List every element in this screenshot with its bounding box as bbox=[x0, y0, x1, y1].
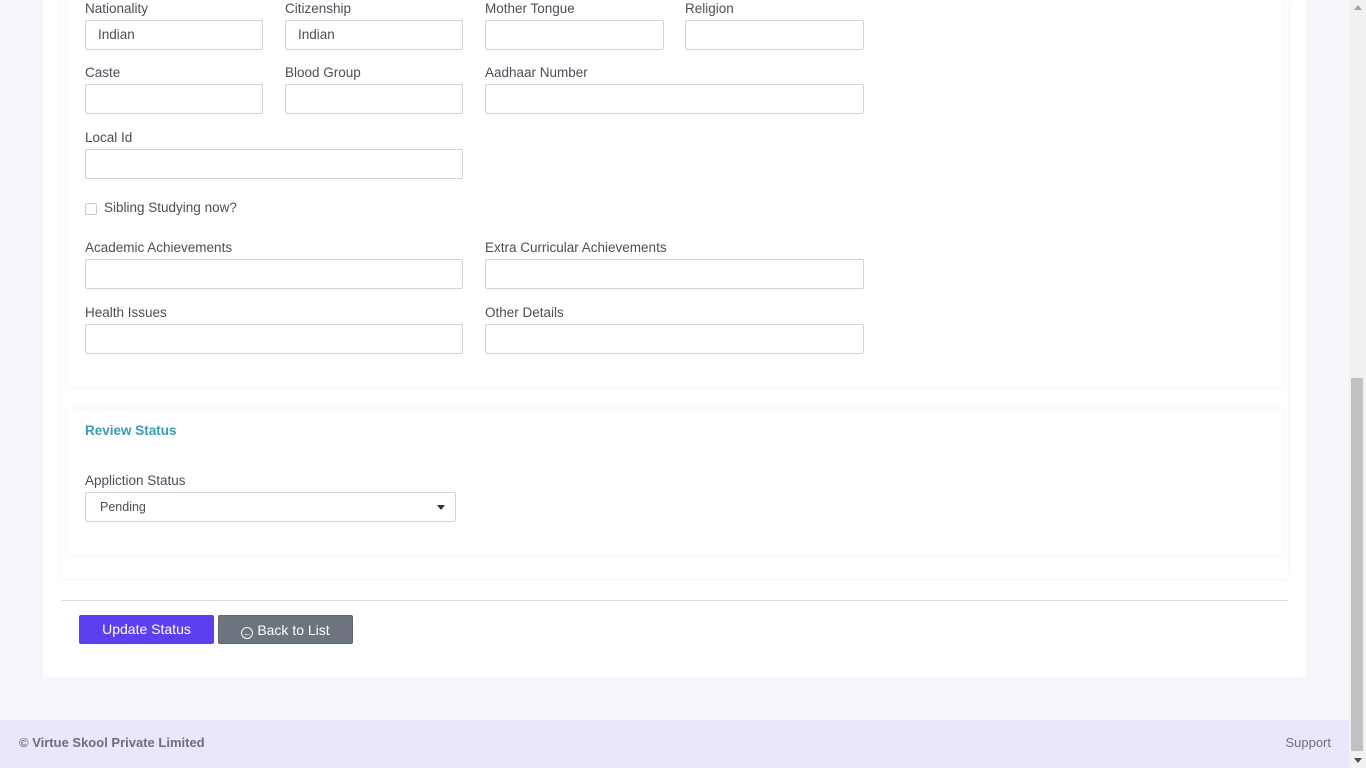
aadhaar-label: Aadhaar Number bbox=[485, 65, 588, 80]
mother-tongue-input[interactable] bbox=[485, 20, 664, 50]
footer: © Virtue Skool Private Limited Support bbox=[0, 720, 1349, 768]
aadhaar-input[interactable] bbox=[485, 84, 864, 114]
caste-input[interactable] bbox=[85, 84, 263, 114]
citizenship-label: Citizenship bbox=[285, 1, 352, 16]
circle-arrow-left-icon: ← bbox=[241, 627, 254, 639]
caret-down-icon bbox=[437, 505, 445, 510]
local-id-label: Local Id bbox=[85, 130, 133, 145]
back-to-list-button[interactable]: ← Back to List bbox=[218, 615, 353, 644]
blood-group-label: Blood Group bbox=[285, 65, 361, 80]
divider bbox=[61, 600, 1288, 601]
update-status-label: Update Status bbox=[102, 621, 191, 637]
health-input[interactable] bbox=[85, 324, 463, 354]
caste-label: Caste bbox=[85, 65, 121, 80]
sibling-checkbox[interactable] bbox=[85, 203, 97, 215]
scroll-up-icon[interactable] bbox=[1354, 5, 1362, 10]
blood-group-input[interactable] bbox=[285, 84, 463, 114]
support-link[interactable]: Support bbox=[1285, 735, 1331, 750]
extra-curricular-input[interactable] bbox=[485, 259, 864, 289]
scroll-thumb[interactable] bbox=[1351, 378, 1363, 751]
health-label: Health Issues bbox=[85, 305, 167, 320]
extra-curricular-label: Extra Curricular Achievements bbox=[485, 240, 667, 255]
nationality-input[interactable]: Indian bbox=[85, 20, 263, 50]
religion-label: Religion bbox=[685, 1, 734, 16]
religion-input[interactable] bbox=[685, 20, 864, 50]
application-status-value: Pending bbox=[100, 500, 146, 514]
academic-label: Academic Achievements bbox=[85, 240, 233, 255]
nationality-label: Nationality bbox=[85, 1, 149, 16]
other-details-label: Other Details bbox=[485, 305, 564, 320]
scroll-down-icon[interactable] bbox=[1354, 758, 1362, 763]
application-status-label: Appliction Status bbox=[85, 473, 186, 488]
mother-tongue-label: Mother Tongue bbox=[485, 1, 575, 16]
update-status-button[interactable]: Update Status bbox=[79, 615, 214, 644]
review-status-section bbox=[67, 409, 1282, 555]
application-status-select[interactable]: Pending bbox=[85, 492, 456, 522]
local-id-input[interactable] bbox=[85, 149, 463, 179]
citizenship-input[interactable]: Indian bbox=[285, 20, 463, 50]
academic-input[interactable] bbox=[85, 259, 463, 289]
review-status-title: Review Status bbox=[85, 423, 177, 438]
vertical-scrollbar[interactable] bbox=[1349, 0, 1366, 768]
other-details-input[interactable] bbox=[485, 324, 864, 354]
back-to-list-label: Back to List bbox=[257, 622, 330, 638]
sibling-checkbox-label[interactable]: Sibling Studying now? bbox=[104, 200, 237, 215]
copyright-text: © Virtue Skool Private Limited bbox=[19, 735, 205, 750]
